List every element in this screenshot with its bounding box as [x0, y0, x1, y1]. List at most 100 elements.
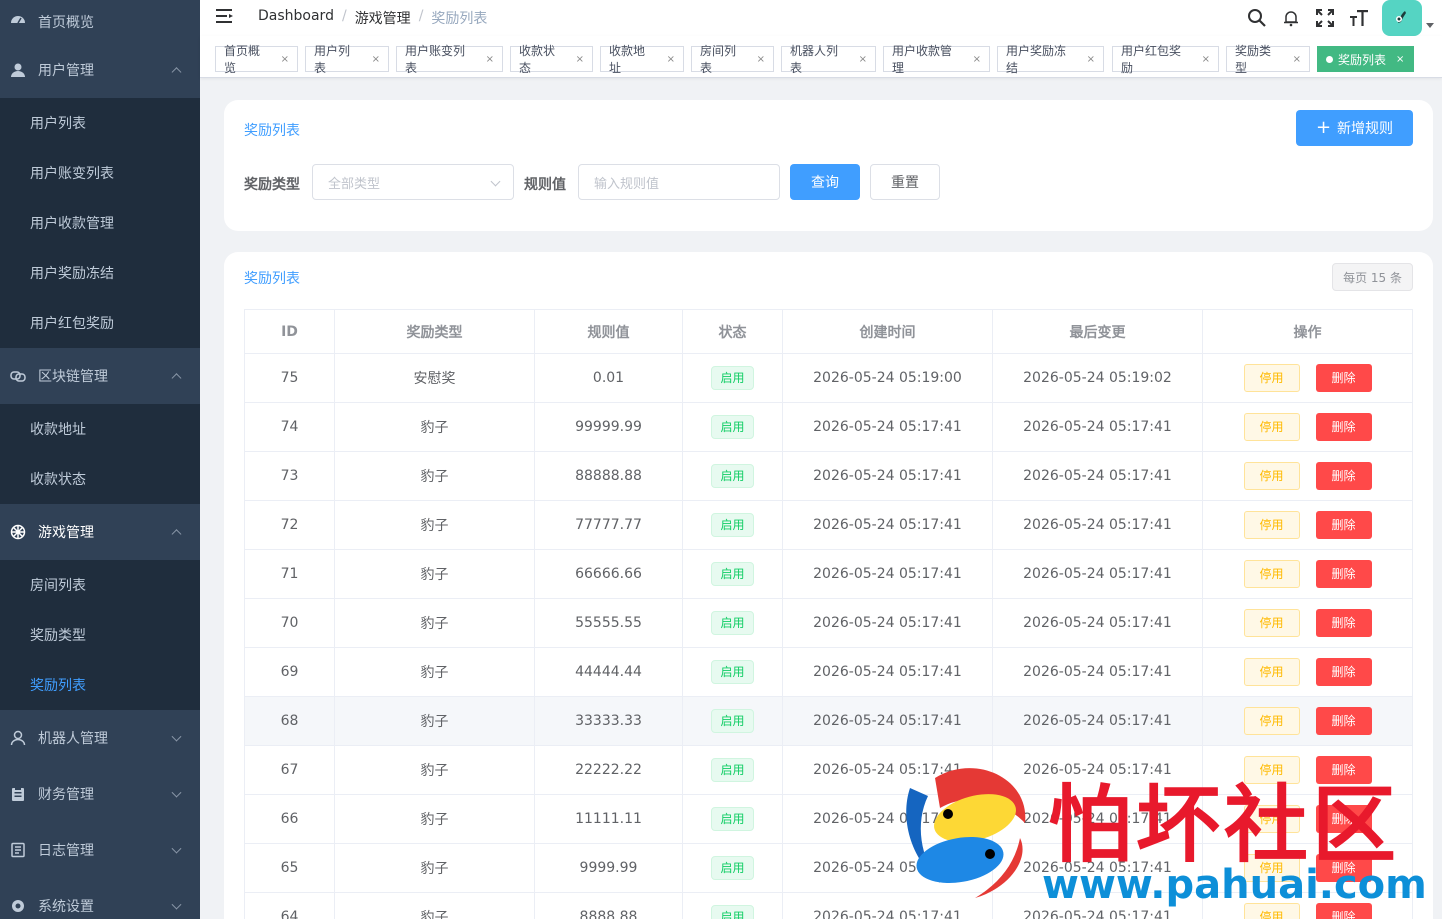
reward-type-select[interactable]: 全部类型 — [312, 164, 514, 200]
robot-icon — [10, 730, 26, 746]
delete-button[interactable]: 删除 — [1315, 462, 1372, 490]
disable-button[interactable]: 停用 — [1243, 364, 1300, 392]
close-icon[interactable]: × — [372, 54, 380, 65]
tag-label: 首页概览 — [224, 44, 261, 75]
chevron-down-icon — [171, 731, 182, 742]
cell-created: 2026-05-24 05:17:41 — [782, 549, 993, 599]
disable-button[interactable]: 停用 — [1243, 560, 1300, 588]
column-header-updated[interactable]: 最后变更 — [992, 309, 1203, 354]
sidebar-item-finance[interactable]: 财务管理 — [0, 766, 200, 822]
close-icon[interactable]: × — [757, 54, 765, 65]
page-size-badge[interactable]: 每页 15 条 — [1332, 263, 1413, 291]
plus-icon: + — [1315, 117, 1332, 138]
chevron-up-icon — [171, 529, 182, 540]
rule-value-input[interactable]: 输入规则值 — [578, 164, 780, 200]
query-button[interactable]: 查询 — [790, 164, 860, 200]
delete-button[interactable]: 删除 — [1315, 364, 1372, 392]
tag-item[interactable]: 奖励类型 × — [1226, 44, 1310, 75]
cell-type: 豹子 — [334, 402, 535, 452]
delete-button[interactable]: 删除 — [1315, 560, 1372, 588]
column-header-value[interactable]: 规则值 — [534, 309, 683, 354]
status-badge: 启用 — [711, 513, 754, 537]
chevron-down-icon[interactable] — [1426, 22, 1434, 28]
close-icon[interactable]: × — [667, 54, 675, 65]
tag-item[interactable]: 用户收款管理 × — [883, 44, 990, 75]
tag-item[interactable]: 首页概览 × — [215, 44, 298, 75]
close-icon[interactable]: × — [973, 54, 981, 65]
sidebar-item-dashboard[interactable]: 首页概览 — [0, 0, 200, 42]
disable-button[interactable]: 停用 — [1243, 658, 1300, 686]
sidebar-item-label: 系统设置 — [38, 899, 94, 915]
disable-button[interactable]: 停用 — [1243, 609, 1300, 637]
bell-icon[interactable] — [1274, 0, 1308, 36]
sidebar-subitem[interactable]: 奖励类型 — [0, 610, 200, 660]
sidebar-item-chain[interactable]: 区块链管理 — [0, 348, 200, 404]
delete-button[interactable]: 删除 — [1315, 609, 1372, 637]
tag-item[interactable]: 用户红包奖励 × — [1112, 44, 1219, 75]
delete-button[interactable]: 删除 — [1315, 511, 1372, 539]
sidebar-item-game[interactable]: 游戏管理 — [0, 504, 200, 560]
sidebar-subitem[interactable]: 用户奖励冻结 — [0, 248, 200, 298]
watermark-logo — [880, 748, 1040, 908]
right-menu — [1240, 0, 1442, 36]
tag-label: 用户收款管理 — [892, 44, 953, 75]
column-header-created[interactable]: 创建时间 — [782, 309, 993, 354]
close-icon[interactable]: × — [1087, 54, 1095, 65]
sidebar-subitem[interactable]: 收款状态 — [0, 454, 200, 504]
sidebar-subitem[interactable]: 奖励列表 — [0, 660, 200, 710]
cell-value: 44444.44 — [534, 647, 683, 697]
tag-item[interactable]: 收款地址 × — [600, 44, 684, 75]
column-header-type[interactable]: 奖励类型 — [334, 309, 535, 354]
close-icon[interactable]: × — [281, 54, 289, 65]
sidebar-subitem[interactable]: 收款地址 — [0, 404, 200, 454]
sidebar-item-robot[interactable]: 机器人管理 — [0, 710, 200, 766]
column-header-status[interactable]: 状态 — [682, 309, 783, 354]
disable-button[interactable]: 停用 — [1243, 707, 1300, 735]
column-header-id[interactable]: ID — [244, 309, 335, 354]
font-size-icon[interactable] — [1342, 0, 1376, 36]
cell-value: 22222.22 — [534, 745, 683, 795]
status-badge: 启用 — [711, 562, 754, 586]
tag-item[interactable]: 奖励列表 × — [1317, 46, 1414, 72]
tag-item[interactable]: 用户列表 × — [305, 44, 389, 75]
tag-item[interactable]: 机器人列表 × — [781, 44, 876, 75]
status-badge: 启用 — [711, 464, 754, 488]
avatar[interactable] — [1382, 0, 1422, 36]
rule-value-label: 规则值 — [524, 177, 566, 193]
hamburger-icon[interactable] — [216, 8, 234, 24]
tag-item[interactable]: 用户账变列表 × — [396, 44, 503, 75]
sidebar-subitem[interactable]: 用户红包奖励 — [0, 298, 200, 348]
disable-button[interactable]: 停用 — [1243, 511, 1300, 539]
search-icon[interactable] — [1240, 0, 1274, 36]
sidebar-item-log[interactable]: 日志管理 — [0, 822, 200, 878]
tag-item[interactable]: 用户奖励冻结 × — [997, 44, 1104, 75]
fullscreen-icon[interactable] — [1308, 0, 1342, 36]
disable-button[interactable]: 停用 — [1243, 462, 1300, 490]
disable-button[interactable]: 停用 — [1243, 413, 1300, 441]
delete-button[interactable]: 删除 — [1315, 413, 1372, 441]
add-rule-button[interactable]: + 新增规则 — [1296, 110, 1413, 146]
table-row: 74 豹子 99999.99 启用 2026-05-24 05:17:41 2026-05… — [244, 402, 1413, 452]
reset-button[interactable]: 重置 — [870, 164, 940, 200]
tag-item[interactable]: 房间列表 × — [691, 44, 774, 75]
close-icon[interactable]: × — [1293, 54, 1301, 65]
sidebar-subitem[interactable]: 用户收款管理 — [0, 198, 200, 248]
cell-actions: 停用 删除 — [1202, 696, 1413, 746]
close-icon[interactable]: × — [1202, 54, 1210, 65]
sidebar-subitem[interactable]: 用户列表 — [0, 98, 200, 148]
breadcrumb-item[interactable]: Dashboard — [258, 8, 334, 28]
sidebar-item-settings[interactable]: 系统设置 — [0, 878, 200, 919]
delete-button[interactable]: 删除 — [1315, 658, 1372, 686]
status-badge: 启用 — [711, 611, 754, 635]
close-icon[interactable]: × — [576, 54, 584, 65]
tag-item[interactable]: 收款状态 × — [510, 44, 593, 75]
sidebar-item-user[interactable]: 用户管理 — [0, 42, 200, 98]
close-icon[interactable]: × — [1396, 54, 1404, 65]
close-icon[interactable]: × — [859, 54, 867, 65]
delete-button[interactable]: 删除 — [1315, 707, 1372, 735]
breadcrumb-item[interactable]: 游戏管理 — [355, 8, 411, 28]
close-icon[interactable]: × — [486, 54, 494, 65]
dashboard-icon — [10, 12, 26, 28]
sidebar-subitem[interactable]: 房间列表 — [0, 560, 200, 610]
sidebar-subitem[interactable]: 用户账变列表 — [0, 148, 200, 198]
